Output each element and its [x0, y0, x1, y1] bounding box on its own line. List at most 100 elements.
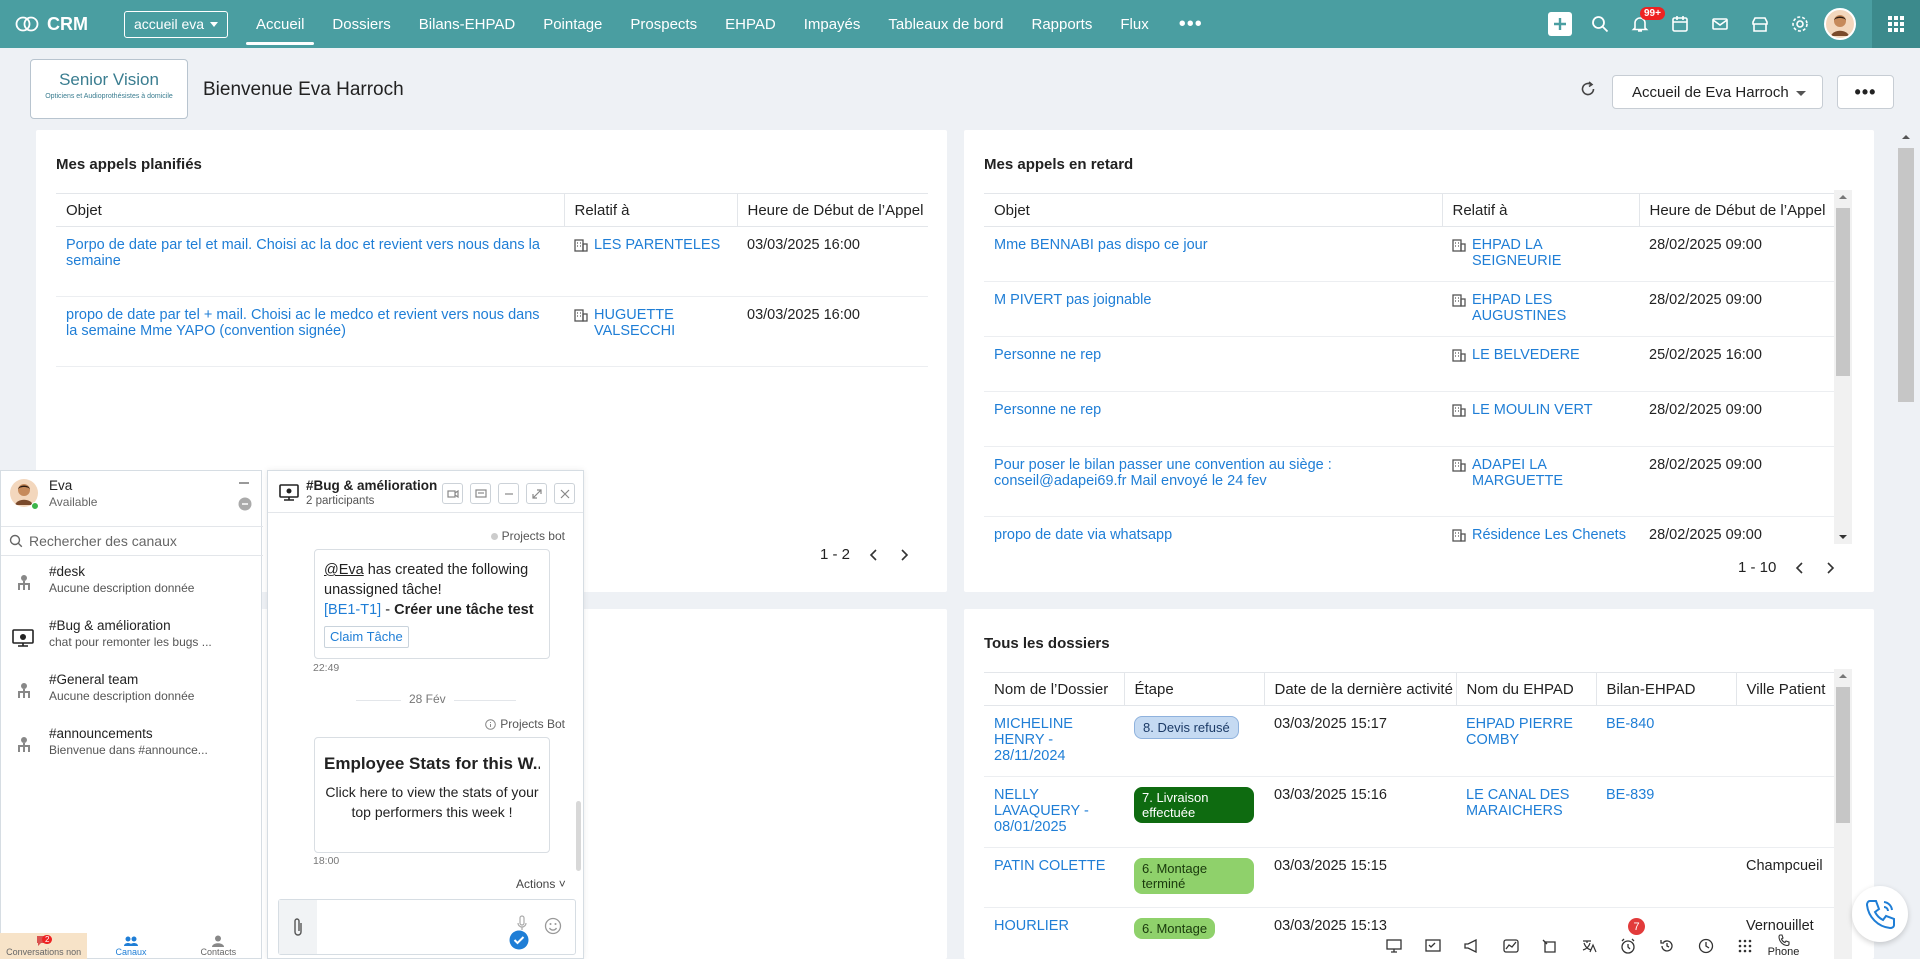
- bilan-link[interactable]: BE-840: [1606, 716, 1654, 732]
- nav-ehpad[interactable]: EHPAD: [711, 0, 790, 48]
- related-link[interactable]: EHPAD LES AUGUSTINES: [1472, 292, 1629, 324]
- scroll-up-icon[interactable]: [1834, 669, 1852, 683]
- more-options-icon[interactable]: [238, 497, 252, 511]
- bottom-icon-translate[interactable]: [1569, 933, 1608, 959]
- column-header[interactable]: Nom de l’Dossier: [984, 672, 1124, 706]
- tab-channels[interactable]: Canaux: [87, 933, 174, 959]
- chat-window-title[interactable]: #Bug & amélioration: [306, 478, 437, 493]
- settings-button[interactable]: [1780, 0, 1820, 48]
- scrollbar[interactable]: [1834, 669, 1852, 959]
- file-name-link[interactable]: MICHELINE HENRY - 28/11/2024: [994, 716, 1073, 764]
- bottom-icon-history[interactable]: [1530, 933, 1569, 959]
- related-link[interactable]: EHPAD LA SEIGNEURIE: [1472, 237, 1629, 269]
- chat-user-status[interactable]: Available: [49, 495, 97, 509]
- call-subject-link[interactable]: propo de date via whatsapp: [994, 527, 1172, 543]
- profile-button[interactable]: [1820, 0, 1860, 48]
- column-header[interactable]: Heure de Début de l’Appel: [1638, 193, 1838, 227]
- message-button[interactable]: [470, 483, 491, 504]
- channel-item[interactable]: #Bug & amélioration chat pour remonter l…: [1, 614, 263, 668]
- send-check-icon[interactable]: [509, 930, 529, 950]
- column-header[interactable]: Relatif à: [563, 193, 737, 227]
- nav-rapports[interactable]: Rapports: [1017, 0, 1106, 48]
- refresh-button[interactable]: [1579, 80, 1597, 98]
- channel-item[interactable]: #desk Aucune description donnée: [1, 560, 263, 614]
- related-link[interactable]: HUGUETTE VALSECCHI: [594, 307, 727, 339]
- expand-button[interactable]: [526, 483, 547, 504]
- column-header[interactable]: Nom du EHPAD: [1455, 672, 1596, 706]
- column-header[interactable]: Bilan-EHPAD: [1595, 672, 1736, 706]
- chat-scrollbar-thumb[interactable]: [576, 801, 581, 871]
- stats-card[interactable]: Employee Stats for this W... Click here …: [314, 737, 550, 853]
- bottom-icon-recent[interactable]: [1647, 933, 1686, 959]
- chevron-right-icon[interactable]: [898, 548, 910, 561]
- chevron-left-icon[interactable]: [1794, 561, 1806, 574]
- chevron-left-icon[interactable]: [868, 548, 880, 561]
- related-link[interactable]: LE BELVEDERE: [1472, 347, 1580, 363]
- scroll-up-icon[interactable]: [1834, 190, 1852, 204]
- channel-search[interactable]: Rechercher des canaux: [1, 526, 263, 556]
- chat-participants[interactable]: 2 participants: [306, 495, 374, 507]
- column-header[interactable]: Objet: [56, 193, 564, 227]
- create-new-button[interactable]: [1540, 0, 1580, 48]
- ehpad-link[interactable]: EHPAD PIERRE COMBY: [1466, 716, 1573, 748]
- file-name-link[interactable]: NELLY LAVAQUERY - 08/01/2025: [994, 787, 1089, 835]
- call-subject-link[interactable]: propo de date par tel + mail. Choisi ac …: [66, 307, 540, 339]
- channel-item[interactable]: #General team Aucune description donnée: [1, 668, 263, 722]
- scrollbar-thumb[interactable]: [1836, 208, 1850, 376]
- bottom-icon-analytics[interactable]: [1491, 933, 1530, 959]
- video-call-button[interactable]: [442, 483, 463, 504]
- file-name-link[interactable]: PATIN COLETTE: [994, 858, 1105, 874]
- scrollbar[interactable]: [1834, 190, 1852, 544]
- more-options-button[interactable]: •••: [1837, 75, 1894, 109]
- column-header[interactable]: Étape: [1123, 672, 1264, 706]
- bottom-icon-timer[interactable]: [1686, 933, 1725, 959]
- task-id-link[interactable]: [BE1-T1]: [324, 602, 381, 618]
- call-subject-link[interactable]: Personne ne rep: [994, 347, 1101, 363]
- related-link[interactable]: Résidence Les Chenets: [1472, 527, 1626, 543]
- ehpad-link[interactable]: LE CANAL DES MARAICHERS: [1466, 787, 1569, 819]
- nav-prospects[interactable]: Prospects: [616, 0, 711, 48]
- tab-conversations[interactable]: Conversations non 2: [0, 933, 88, 959]
- channel-item[interactable]: #announcements Bienvenue dans #announce.…: [1, 722, 263, 776]
- column-header[interactable]: Ville Patient: [1735, 672, 1838, 706]
- mail-button[interactable]: [1700, 0, 1740, 48]
- nav-bilans-ehpad[interactable]: Bilans-EHPAD: [405, 0, 529, 48]
- bottom-icon-tasks[interactable]: [1413, 933, 1452, 959]
- page-scrollbar[interactable]: [1896, 130, 1916, 959]
- actions-menu[interactable]: Actions ˅: [516, 877, 566, 891]
- app-launcher-button[interactable]: [1872, 0, 1920, 48]
- nav-flux[interactable]: Flux: [1106, 0, 1162, 48]
- bottom-icon-phone[interactable]: Phone: [1764, 933, 1803, 959]
- column-header[interactable]: Heure de Début de l’Appel: [736, 193, 928, 227]
- call-subject-link[interactable]: Porpo de date par tel et mail. Choisi ac…: [66, 237, 540, 269]
- column-header[interactable]: Objet: [984, 193, 1442, 227]
- file-name-link[interactable]: HOURLIER: [994, 918, 1069, 934]
- more-tabs-icon[interactable]: •••: [1179, 13, 1203, 36]
- marketplace-button[interactable]: [1740, 0, 1780, 48]
- nav-pointage[interactable]: Pointage: [529, 0, 616, 48]
- scroll-down-icon[interactable]: [1834, 530, 1852, 544]
- related-link[interactable]: ADAPEI LA MARGUETTE: [1472, 457, 1629, 489]
- scroll-up-icon[interactable]: [1896, 130, 1916, 144]
- column-header[interactable]: Date de la dernière activité: [1263, 672, 1456, 706]
- crm-logo[interactable]: CRM: [15, 14, 109, 35]
- bottom-icon-announce[interactable]: [1452, 933, 1491, 959]
- homepage-selector[interactable]: Accueil de Eva Harroch: [1612, 75, 1823, 109]
- nav-accueil[interactable]: Accueil: [242, 0, 318, 48]
- call-subject-link[interactable]: Mme BENNABI pas dispo ce jour: [994, 237, 1208, 253]
- attach-button[interactable]: [279, 900, 317, 954]
- nav-tableaux-de-bord[interactable]: Tableaux de bord: [874, 0, 1017, 48]
- emoji-icon[interactable]: [544, 917, 562, 935]
- related-link[interactable]: LE MOULIN VERT: [1472, 402, 1593, 418]
- bottom-icon-screen[interactable]: [1374, 933, 1413, 959]
- nav-dossiers[interactable]: Dossiers: [318, 0, 404, 48]
- chevron-right-icon[interactable]: [1824, 561, 1836, 574]
- scrollbar-thumb[interactable]: [1836, 687, 1850, 823]
- bilan-link[interactable]: BE-839: [1606, 787, 1654, 803]
- phone-call-button[interactable]: [1852, 886, 1908, 942]
- minimize-icon[interactable]: [238, 481, 250, 485]
- tab-contacts[interactable]: Contacts: [175, 933, 262, 959]
- workspace-selector[interactable]: accueil eva: [124, 10, 229, 38]
- calendar-button[interactable]: [1660, 0, 1700, 48]
- close-button[interactable]: [554, 483, 575, 504]
